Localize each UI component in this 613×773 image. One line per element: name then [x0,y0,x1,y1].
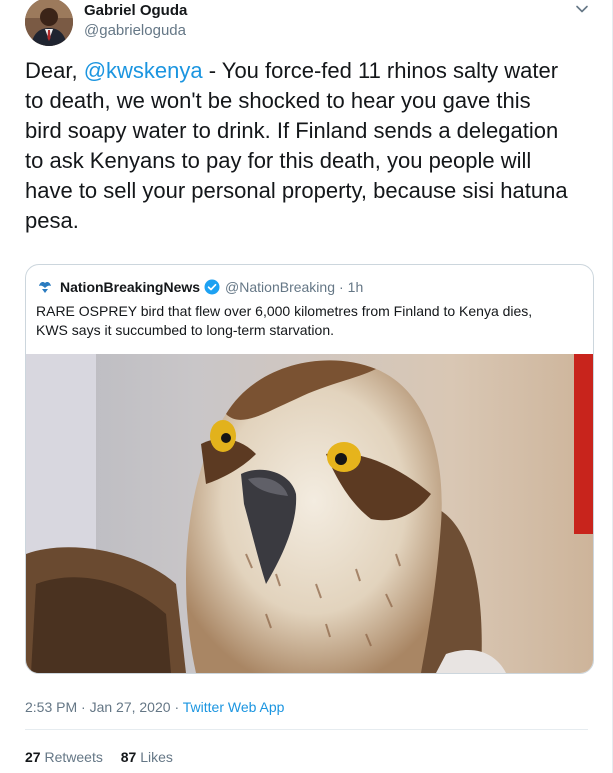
engagement-stats: 27 Retweets 87 Likes [25,749,173,765]
separator-dot: · [174,699,180,715]
tweet-line: to death, we won't be shocked to hear yo… [25,88,531,113]
quoted-avatar[interactable] [36,278,54,296]
chevron-down-icon[interactable] [573,0,591,18]
quoted-tweet-header: NationBreakingNews @NationBreaking · 1h [36,277,363,297]
quoted-author-name[interactable]: NationBreakingNews [60,279,200,295]
quoted-author-handle[interactable]: @NationBreaking [225,279,335,295]
likes-label: Likes [140,749,173,765]
quoted-tweet-text: RARE OSPREY bird that flew over 6,000 ki… [36,302,581,340]
source-app-link[interactable]: Twitter Web App [183,699,285,715]
quoted-line: KWS says it succumbed to long-term starv… [36,322,334,338]
osprey-photo[interactable] [26,354,593,673]
tweet-text: Dear, @kwskenya - You force-fed 11 rhino… [25,56,595,236]
retweets-label: Retweets [44,749,103,765]
mention-link[interactable]: @kwskenya [84,58,203,83]
retweets-stat[interactable]: 27 Retweets [25,749,103,765]
tweet-metadata: 2:53 PM · Jan 27, 2020 · Twitter Web App [25,699,284,715]
tweet-line: have to sell your personal property, bec… [25,178,568,203]
verified-badge-icon [204,279,220,295]
author-avatar[interactable] [25,0,73,46]
tweet-timestamp[interactable]: 2:53 PM · Jan 27, 2020 [25,699,171,715]
quoted-timestamp[interactable]: 1h [348,279,364,295]
separator-dot: · [338,279,344,295]
quoted-line: RARE OSPREY bird that flew over 6,000 ki… [36,303,533,319]
likes-count: 87 [120,749,137,765]
tweet-line: bird soapy water to drink. If Finland se… [25,118,559,143]
tweet-container: Gabriel Oguda @gabrieloguda Dear, @kwske… [0,0,613,773]
likes-stat[interactable]: 87 Likes [121,749,173,765]
tweet-line: Dear, @kwskenya - You force-fed 11 rhino… [25,56,595,86]
author-handle[interactable]: @gabrieloguda [84,22,186,39]
tweet-line: pesa. [25,208,79,233]
author-name[interactable]: Gabriel Oguda [84,2,187,19]
tweet-text-segment: Dear, [25,58,84,83]
quoted-tweet-card[interactable]: NationBreakingNews @NationBreaking · 1h … [25,264,594,674]
tweet-text-segment: - You force-fed 11 rhinos salty water [202,58,559,83]
retweets-count: 27 [25,749,41,765]
tweet-line: to ask Kenyans to pay for this death, yo… [25,148,532,173]
divider [25,729,588,730]
